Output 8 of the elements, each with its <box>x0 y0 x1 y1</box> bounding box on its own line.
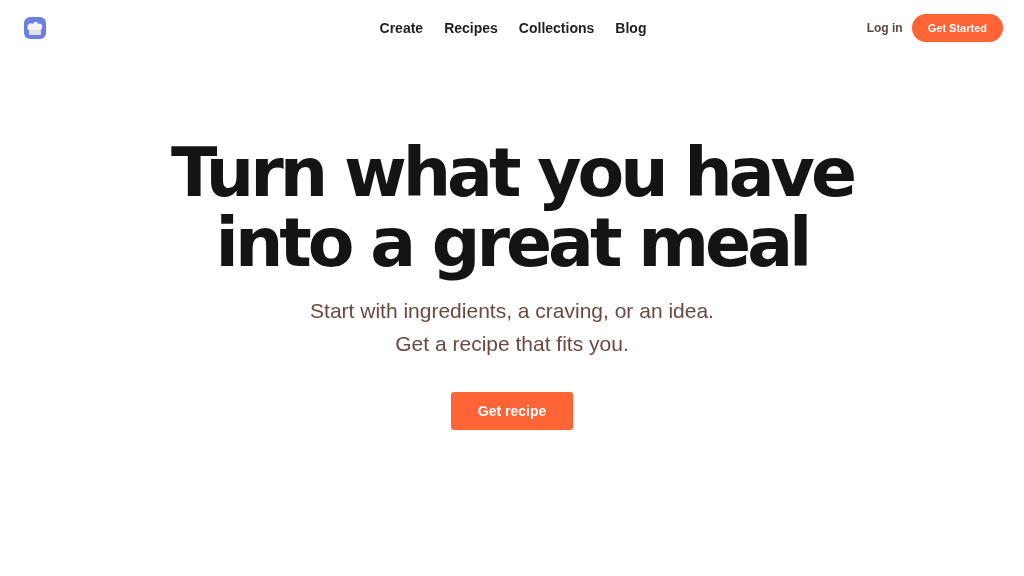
nav-link[interactable]: Blog <box>615 20 647 36</box>
hero-subtitle: Start with ingredients, a craving, or an idea. <box>310 298 714 324</box>
hero-subtitle: Get a recipe that fits you. <box>395 331 629 357</box>
login-link[interactable]: Log in <box>866 21 903 35</box>
nav-link[interactable]: Collections <box>518 20 595 36</box>
nav-link[interactable]: Recipes <box>444 20 498 36</box>
nav-link[interactable]: Create <box>379 20 424 36</box>
chef-hat-logo-icon[interactable] <box>23 16 47 40</box>
